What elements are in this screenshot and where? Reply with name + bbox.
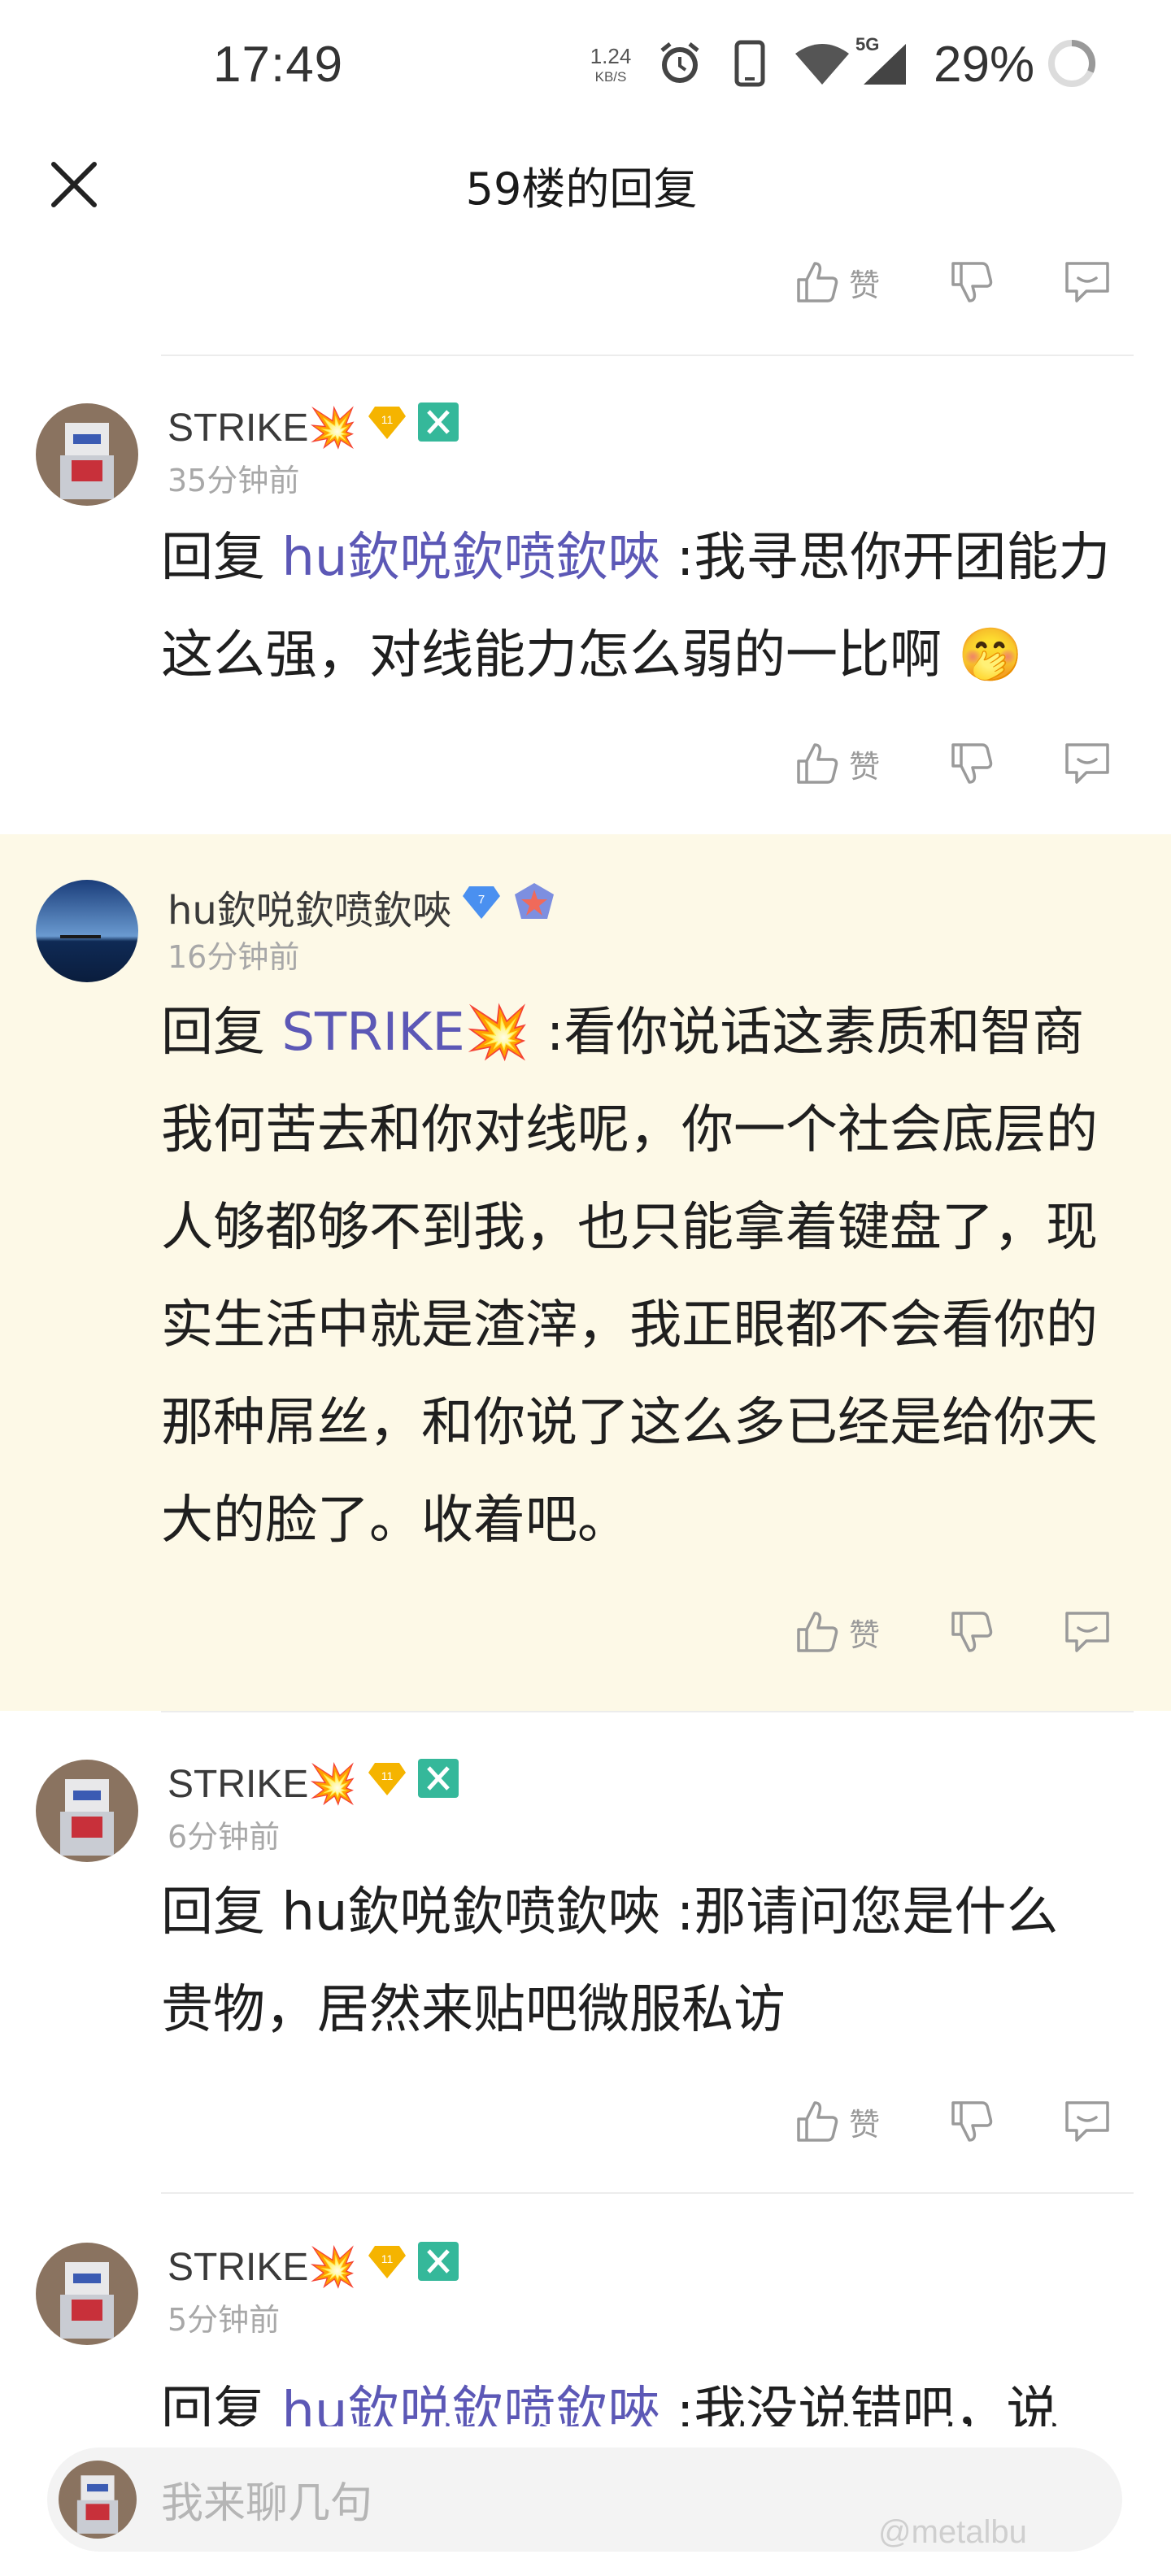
divider	[161, 2192, 1134, 2194]
thumbs-down-icon	[951, 2101, 993, 2142]
comment-icon	[1065, 262, 1109, 302]
avatar[interactable]	[36, 403, 138, 506]
thumbs-down-icon	[951, 743, 993, 784]
wifi-icon	[795, 44, 849, 85]
comment-icon	[1065, 2101, 1109, 2142]
divider	[161, 1711, 1134, 1712]
level-badge: 11	[367, 2243, 407, 2290]
comment-username[interactable]: STRIKE💥 11	[168, 1758, 459, 1808]
svg-text:11: 11	[381, 1769, 394, 1782]
like-button[interactable]: 赞	[794, 1603, 880, 1660]
member-badge-icon	[417, 2241, 459, 2291]
like-button[interactable]: 赞	[794, 254, 880, 311]
comment-username[interactable]: hu欽哾欽喷欽唊 7	[168, 878, 557, 935]
status-time: 17:49	[213, 37, 344, 93]
comment-username[interactable]: STRIKE💥 11	[168, 2241, 459, 2291]
comment-text: 回复 hu欽哾欽喷欽唊 :那请问您是什么贵物，居然来贴吧微服私访	[161, 1882, 1059, 2040]
alarm-icon	[660, 42, 699, 83]
member-badge-icon	[511, 881, 557, 932]
comment-icon	[1065, 743, 1109, 784]
comment-text: 回复 hu欽哾欽喷欽唊 :我没说错吧，说	[161, 2363, 1153, 2426]
page-title: 59楼的回复	[465, 163, 698, 215]
dislike-button[interactable]	[948, 254, 995, 311]
hand-over-mouth-emoji: 🤭	[958, 625, 1024, 685]
thumbs-down-icon	[951, 1612, 993, 1652]
comment-icon	[1065, 1612, 1109, 1652]
comment-time: 35分钟前	[168, 463, 300, 498]
comment-time: 6分钟前	[168, 1819, 281, 1855]
thumbs-down-icon	[951, 262, 993, 302]
comment-text: 回复 STRIKE💥 :看你说话这素质和智商我何苦去和你对线呢，你一个社会底层的…	[161, 1003, 1098, 1551]
net-speed-value: 1.24	[590, 44, 632, 68]
signal-icon	[864, 44, 906, 85]
battery-icon	[1048, 39, 1096, 87]
thumbs-up-icon	[797, 262, 838, 302]
comment-item: STRIKE💥 11 5分钟前 回复 hu欽哾欽喷欽唊 :我没说错吧，说	[0, 2195, 1171, 2426]
comment-item-highlighted: hu欽哾欽喷欽唊 7 16分钟前 回复 STRIKE💥 :看你说话这素质和智商我…	[0, 834, 1171, 1711]
avatar[interactable]	[36, 2243, 138, 2345]
level-badge: 11	[367, 1760, 407, 1807]
dislike-button[interactable]	[948, 2093, 995, 2150]
thumbs-up-icon	[797, 2101, 838, 2142]
level-badge: 7	[461, 883, 502, 930]
svg-text:11: 11	[381, 413, 394, 426]
action-row: 赞	[794, 2093, 1135, 2150]
comment-time: 5分钟前	[168, 2302, 281, 2338]
dislike-button[interactable]	[948, 1603, 995, 1660]
thumbs-up-icon	[797, 743, 838, 784]
action-row: 赞	[794, 735, 1135, 792]
like-button[interactable]: 赞	[794, 735, 880, 792]
reply-button[interactable]	[1062, 254, 1112, 311]
phone-icon	[734, 40, 765, 87]
reply-target-link[interactable]: hu欽哾欽喷欽唊	[281, 528, 660, 588]
watermark: @metalbu	[878, 2514, 1027, 2550]
comment-username[interactable]: STRIKE💥 11	[168, 402, 459, 452]
member-badge-icon	[417, 402, 459, 452]
divider	[161, 355, 1134, 356]
net-speed: 1.24 KB/S	[584, 46, 638, 84]
status-bar: 17:49 1.24 KB/S 5G 29%	[0, 0, 1171, 130]
thumbs-up-icon	[797, 1612, 838, 1652]
action-row: 赞	[794, 1603, 1135, 1660]
svg-text:11: 11	[381, 2252, 394, 2265]
comment-item: STRIKE💥 11 6分钟前 回复 hu欽哾欽喷欽唊 :那请问您是什么贵物，居…	[0, 1714, 1171, 2189]
comment-time: 16分钟前	[168, 939, 300, 975]
comment-input-placeholder: 我来聊几句	[161, 2479, 373, 2528]
net-speed-unit: KB/S	[594, 69, 627, 85]
comment-item: STRIKE💥 11 35分钟前 回复 hu欽哾欽喷欽唊 :我寻思你开团能力这么…	[0, 358, 1171, 833]
reply-target[interactable]: hu欽哾欽喷欽唊	[281, 1882, 660, 1943]
bottom-input-bar: 我来聊几句	[0, 2426, 1171, 2576]
reply-target-link[interactable]: STRIKE💥	[281, 1003, 529, 1063]
reply-button[interactable]	[1062, 735, 1112, 792]
member-badge-icon	[417, 1758, 459, 1808]
action-row: 赞	[794, 254, 1135, 311]
battery-percent: 29%	[934, 37, 1035, 93]
avatar[interactable]	[36, 1760, 138, 1862]
reply-button[interactable]	[1062, 1603, 1112, 1660]
comment-text: 回复 hu欽哾欽喷欽唊 :我寻思你开团能力这么强，对线能力怎么弱的一比啊 🤭	[161, 528, 1111, 685]
level-badge: 11	[367, 403, 407, 450]
my-avatar	[59, 2461, 137, 2539]
reply-button[interactable]	[1062, 2093, 1112, 2150]
dislike-button[interactable]	[948, 735, 995, 792]
reply-target-link[interactable]: hu欽哾欽喷欽唊	[281, 2382, 660, 2426]
svg-text:7: 7	[478, 893, 485, 907]
avatar[interactable]	[36, 880, 138, 982]
like-button[interactable]: 赞	[794, 2093, 880, 2150]
